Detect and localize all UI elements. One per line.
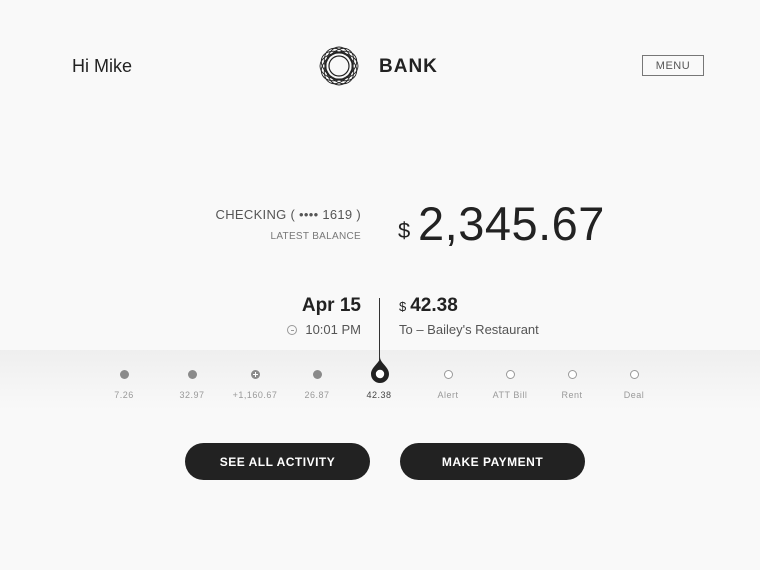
- greeting: Hi Mike: [72, 56, 133, 76]
- brand-name: BANK: [379, 56, 438, 77]
- timeline-dot-icon: [119, 370, 129, 379]
- timeline-item-label: Deal: [623, 390, 645, 400]
- menu-button[interactable]: MENU: [642, 55, 704, 76]
- timeline-dot-icon: [567, 370, 577, 379]
- transaction-time-text: 10:01 PM: [305, 322, 361, 337]
- timeline-item-label: 26.87: [304, 390, 330, 400]
- balance-currency: $: [398, 218, 411, 243]
- transaction-amount: $42.38: [399, 295, 458, 317]
- timeline-item-label: 7.26: [114, 390, 134, 400]
- timeline-item-label: 42.38: [366, 390, 392, 400]
- timeline-item-label: 32.97: [179, 390, 205, 400]
- transaction-currency: $: [399, 299, 407, 314]
- bank-logo-icon: [319, 46, 359, 86]
- deposit-dot-icon: [250, 370, 260, 379]
- balance-amount: 2,345.67: [418, 197, 605, 250]
- account-label: CHECKING ( •••• 1619 ): [215, 207, 361, 222]
- timeline-item[interactable]: ATT Bill: [475, 368, 545, 400]
- see-all-activity-button[interactable]: SEE ALL ACTIVITY: [185, 443, 370, 480]
- clock-icon: [287, 324, 298, 335]
- timeline-item[interactable]: 26.87: [282, 368, 352, 400]
- timeline-item[interactable]: +1,160.67: [220, 368, 290, 400]
- timeline-dot-icon: [443, 370, 453, 379]
- transaction-time: 10:01 PM: [287, 322, 361, 337]
- timeline-item-label: Alert: [437, 390, 459, 400]
- timeline-needle: [379, 298, 380, 360]
- timeline-dot-icon: [187, 370, 197, 379]
- timeline-item[interactable]: Alert: [413, 368, 483, 400]
- timeline-item-label: Rent: [561, 390, 583, 400]
- timeline-item[interactable]: 32.97: [157, 368, 227, 400]
- make-payment-button[interactable]: MAKE PAYMENT: [400, 443, 585, 480]
- timeline-item[interactable]: Rent: [537, 368, 607, 400]
- timeline-item[interactable]: 42.38: [344, 368, 414, 400]
- transaction-amount-value: 42.38: [410, 295, 458, 316]
- timeline-dot-icon: [312, 370, 322, 379]
- timeline-item-label: +1,160.67: [232, 390, 278, 400]
- latest-balance-label: LATEST BALANCE: [270, 231, 361, 242]
- timeline-item[interactable]: 7.26: [89, 368, 159, 400]
- transaction-date: Apr 15: [301, 295, 361, 316]
- transaction-description: To – Bailey's Restaurant: [399, 322, 539, 337]
- timeline-dot-icon: [505, 370, 515, 379]
- timeline-item-label: ATT Bill: [492, 390, 528, 400]
- timeline-item[interactable]: Deal: [599, 368, 669, 400]
- timeline-dot-icon: [629, 370, 639, 379]
